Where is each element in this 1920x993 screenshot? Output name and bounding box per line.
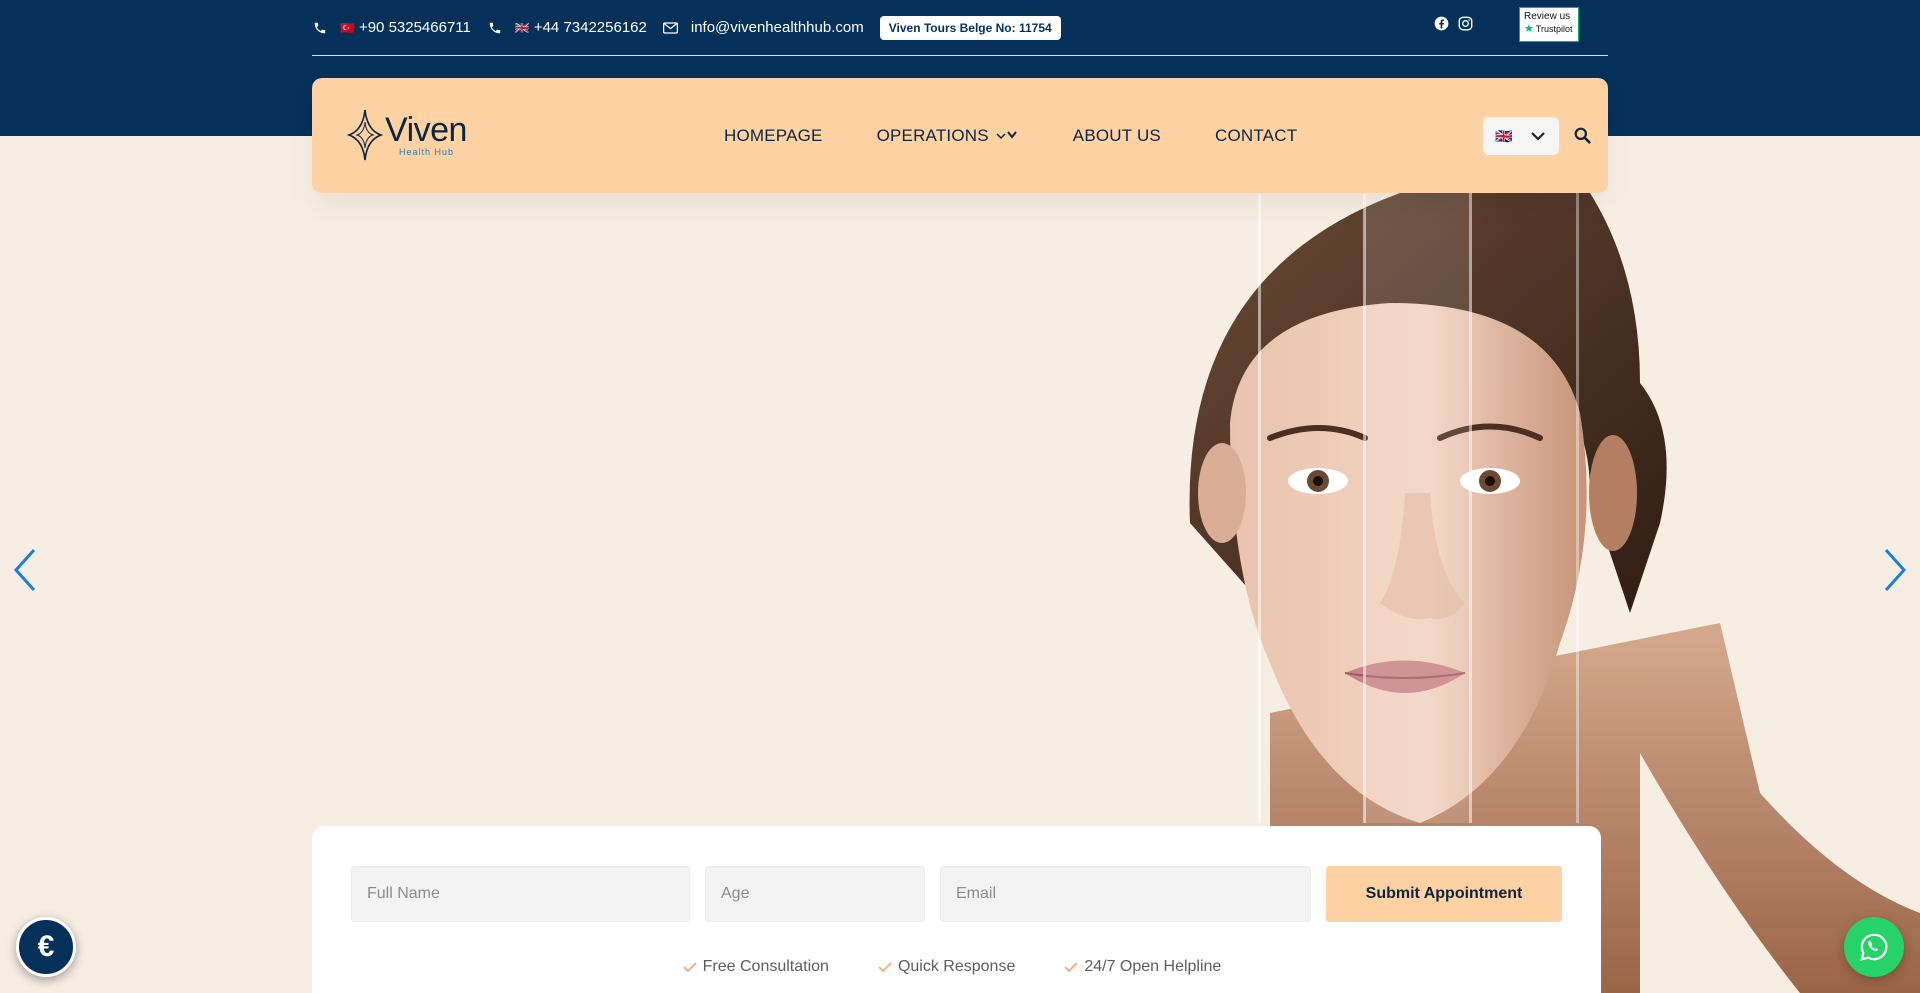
feature-label: Quick Response [897,958,1016,975]
submit-appointment-button[interactable]: Submit Appointment [1326,866,1562,922]
euro-icon: € [37,930,55,963]
email-address: info@vivenhealthhub.com [690,19,864,36]
site-logo[interactable]: Viven Health Hub [347,108,477,162]
viven-star-logo-icon [347,109,383,161]
logo-brand: Viven [385,111,467,149]
age-input[interactable] [705,866,925,922]
language-selected: 🇬🇧 [1495,127,1513,144]
contact-strip: 🇹🇷 +90 5325466711 🇬🇧 +44 7342256162 info… [312,0,1608,56]
chevron-down-icon [1529,127,1547,145]
email-input[interactable] [940,866,1311,922]
check-icon [877,960,893,974]
instagram-icon[interactable] [1457,15,1473,31]
phone-icon [487,20,503,36]
facebook-icon[interactable] [1433,15,1449,31]
check-icon [1063,960,1079,974]
full-name-input[interactable] [351,866,690,922]
trustpilot-brand: Trustpilot [1535,24,1573,34]
feature-label: 24/7 Open Helpline [1084,958,1222,975]
logo-subtitle: Health Hub [399,147,455,157]
feature-item: 24/7 Open Helpline [1063,958,1221,976]
nav-operations-label: OPERATIONS [876,125,989,145]
uk-flag: 🇬🇧 [514,20,530,35]
currency-switch-button[interactable]: € [16,917,76,977]
phone-link-uk[interactable]: 🇬🇧 +44 7342256162 [487,19,647,36]
whatsapp-icon [1860,933,1888,961]
check-icon [682,960,698,974]
nav-about-us[interactable]: ABOUT US [1073,126,1161,146]
social-links [1433,15,1473,31]
phone-number-uk: +44 7342256162 [533,19,647,36]
feature-item: Quick Response [877,958,1015,976]
whatsapp-button[interactable] [1844,917,1904,977]
main-nav: HOMEPAGE OPERATIONS ABOUT US CONTACT [724,78,1351,193]
feature-list: Free Consultation Quick Response 24/7 Op… [312,958,1601,976]
trustpilot-widget[interactable]: Review us ★ Trustpilot [1519,7,1579,42]
feature-label: Free Consultation [702,958,829,975]
trustpilot-title: Review us [1524,11,1571,22]
phone-link-tr[interactable]: 🇹🇷 +90 5325466711 [312,19,471,36]
email-link[interactable]: info@vivenhealthhub.com [663,19,864,36]
carousel-next-arrow-icon[interactable] [1882,546,1910,594]
envelope-icon [663,20,679,36]
main-header: Viven Health Hub HOMEPAGE OPERATIONS ABO… [312,78,1608,193]
carousel-prev-arrow-icon[interactable] [10,546,38,594]
nav-operations[interactable]: OPERATIONS [877,126,1019,146]
chevron-down-icon [995,129,1019,143]
nav-homepage[interactable]: HOMEPAGE [724,126,823,146]
phone-number-tr: +90 5325466711 [358,19,471,36]
nav-contact[interactable]: CONTACT [1215,126,1297,146]
language-selector[interactable]: 🇬🇧 [1483,117,1559,155]
phone-icon [312,20,328,36]
trustpilot-star-icon: ★ [1524,23,1534,35]
tr-flag: 🇹🇷 [340,20,355,35]
search-icon[interactable] [1573,126,1591,144]
appointment-form: Submit Appointment Free Consultation Qui… [312,826,1601,993]
license-badge: Viven Tours Belge No: 11754 [879,15,1061,40]
feature-item: Free Consultation [682,958,829,976]
